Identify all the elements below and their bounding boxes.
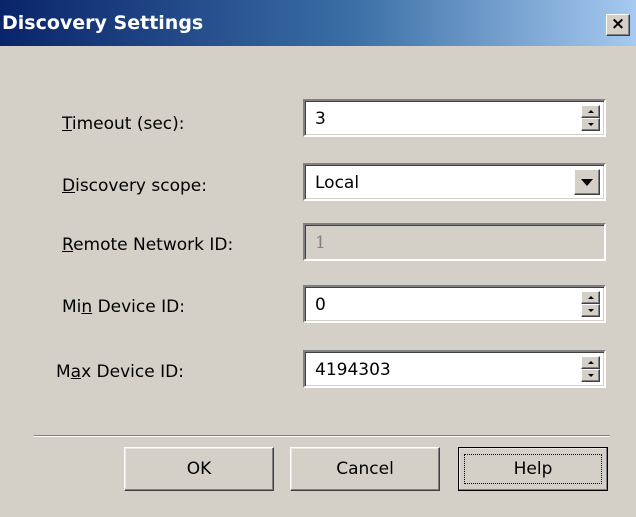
scope-select[interactable]: Local bbox=[303, 163, 606, 201]
min-device-id-label: Min Device ID: bbox=[62, 297, 185, 317]
min-spin-up-icon[interactable] bbox=[581, 291, 600, 304]
min-spin-down-icon[interactable] bbox=[581, 304, 600, 317]
help-button[interactable]: Help bbox=[458, 447, 608, 491]
chevron-down-icon[interactable] bbox=[574, 169, 600, 195]
remote-network-id-label: Remote Network ID: bbox=[62, 235, 234, 255]
separator bbox=[34, 435, 610, 437]
max-spin-down-icon[interactable] bbox=[581, 369, 600, 382]
min-device-id-spinbox[interactable]: 0 bbox=[303, 285, 606, 323]
max-device-id-label: Max Device ID: bbox=[56, 362, 184, 382]
close-icon: × bbox=[610, 14, 626, 34]
focus-rect bbox=[464, 454, 602, 484]
max-spin-up-icon[interactable] bbox=[581, 356, 600, 369]
max-device-id-spinbox[interactable]: 4194303 bbox=[303, 350, 606, 388]
window-title: Discovery Settings bbox=[2, 12, 204, 34]
remote-network-id-value: 1 bbox=[315, 233, 326, 253]
timeout-spin-down-icon[interactable] bbox=[581, 118, 600, 131]
timeout-spinbox[interactable]: 3 bbox=[303, 99, 606, 137]
timeout-label: Timeout (sec): bbox=[62, 114, 185, 134]
timeout-value[interactable]: 3 bbox=[315, 109, 326, 129]
scope-label: Discovery scope: bbox=[62, 176, 207, 196]
close-button[interactable]: × bbox=[606, 14, 630, 36]
ok-button[interactable]: OK bbox=[124, 447, 274, 491]
max-device-id-value[interactable]: 4194303 bbox=[315, 360, 391, 380]
scope-value[interactable]: Local bbox=[315, 173, 359, 193]
timeout-spin-up-icon[interactable] bbox=[581, 105, 600, 118]
min-device-id-value[interactable]: 0 bbox=[315, 295, 326, 315]
cancel-button[interactable]: Cancel bbox=[290, 447, 440, 491]
remote-network-id-field: 1 bbox=[303, 223, 606, 261]
title-bar[interactable]: Discovery Settings × bbox=[0, 0, 636, 46]
